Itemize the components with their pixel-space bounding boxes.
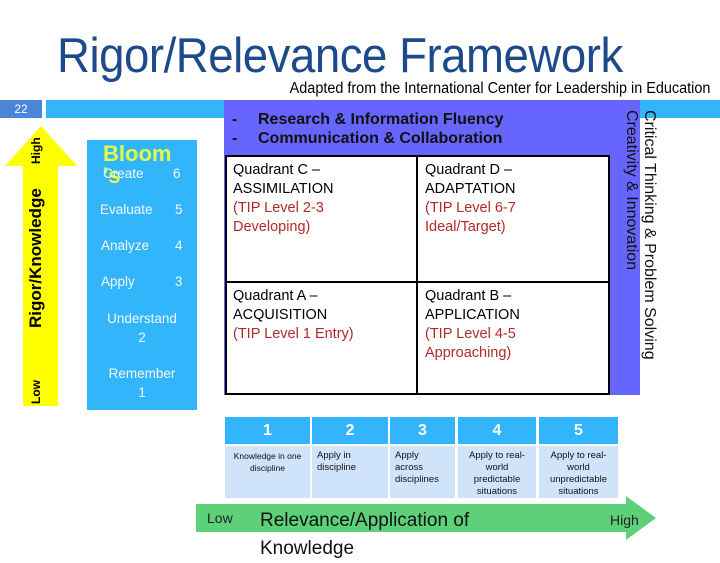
slide-subtitle: Adapted from the International Center fo… [289,80,710,97]
relevance-level-number: 4 [458,417,536,444]
relevance-high-label: High [610,512,639,528]
bloom-level: Understand 2 [87,309,197,347]
quadrant-d: Quadrant D – ADAPTATION (TIP Level 6-7 I… [425,162,516,235]
bloom-level-number: 4 [175,238,183,253]
quadrant-c: Quadrant C – ASSIMILATION (TIP Level 2-3… [233,162,334,235]
bloom-level-number: 5 [175,202,183,217]
side-skill: Critical Thinking & Problem Solving [641,110,658,360]
skill-item: - Research & Information Fluency [232,111,504,128]
relevance-level-number: 3 [390,417,455,444]
bloom-level-name: Remember [108,366,176,381]
relevance-level-number: 2 [312,417,388,444]
rigor-axis-label: Rigor/Knowledge [26,188,45,328]
relevance-level-number: 1 [225,417,310,444]
relevance-level-description: Apply to real-world unpredictable situat… [539,446,618,498]
bloom-level-name: Understand [107,311,177,326]
quadrant-b: Quadrant B – APPLICATION (TIP Level 4-5 … [425,288,520,361]
bloom-level-number: 2 [138,330,146,345]
bloom-level-name: Analyze [101,238,150,253]
relevance-axis-label: Relevance/Application of Knowledge [260,510,470,559]
relevance-low-label: Low [207,510,233,526]
relevance-level-description: Apply in discipline [312,446,388,498]
relevance-level-description: Apply across disciplines [390,446,455,498]
grid-divider [416,155,418,395]
rigor-high-label: High [29,137,43,164]
bloom-title-line1: Bloom [103,141,172,166]
skill-item: - Communication & Collaboration [232,130,503,147]
relevance-level-description: Knowledge in one discipline [225,446,310,498]
bloom-level-number: 3 [175,274,183,289]
relevance-level-description: Apply to real-world predictable situatio… [458,446,536,498]
bloom-level: Remember 1 [87,364,197,402]
rigor-low-label: Low [29,380,43,404]
bloom-level-number: 1 [138,385,146,400]
relevance-level-number: 5 [539,417,618,444]
slide-title: Rigor/Relevance Framework [57,29,623,83]
rigor-axis: High Rigor/Knowledge Low [23,128,59,404]
slide-number: 22 [0,100,42,118]
skills-list: - Research & Information Fluency - Communi… [232,110,503,148]
side-skill: Creativity & Innovation [623,110,640,271]
quadrant-a: Quadrant A – ACQUISITION (TIP Level 1 En… [233,288,354,342]
bloom-level-name: Evaluate [100,202,153,217]
side-skills: Critical Thinking & Problem Solving Crea… [622,106,658,386]
bloom-level-name: Apply [101,274,135,289]
bloom-level-name: Create [103,166,144,181]
bloom-level-number: 6 [173,166,181,181]
